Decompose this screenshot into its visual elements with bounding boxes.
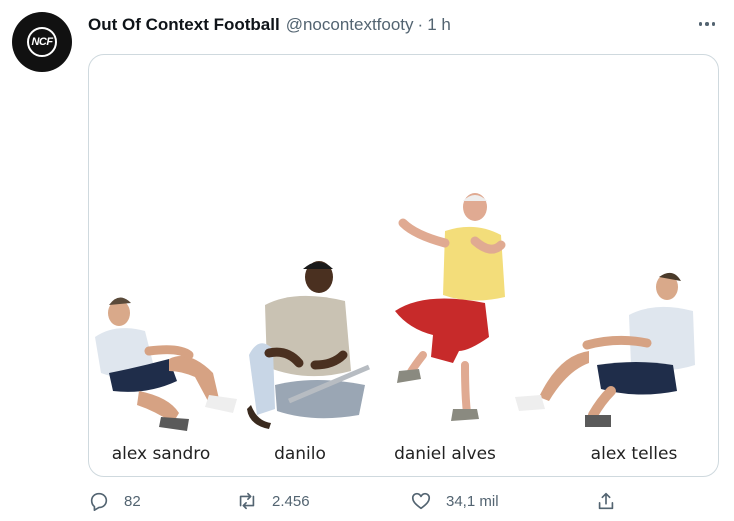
author-handle[interactable]: @nocontextfooty (286, 15, 414, 35)
figure-danilo (247, 261, 370, 429)
avatar-logo: NCF (27, 27, 57, 57)
share-button[interactable] (595, 490, 617, 512)
like-button[interactable]: 34,1 mil (410, 490, 499, 512)
share-icon (598, 492, 614, 510)
reply-count: 82 (124, 492, 141, 510)
heart-icon (411, 492, 431, 510)
author-name[interactable]: Out Of Context Football (88, 15, 280, 35)
reply-icon (90, 492, 108, 511)
caption-daniel-alves: daniel alves (394, 444, 496, 464)
author-avatar[interactable]: NCF (12, 12, 72, 72)
more-dot (705, 22, 709, 26)
figure-daniel-alves (395, 193, 506, 421)
caption-alex-sandro: alex sandro (111, 444, 211, 464)
tweet-actions: 82 2.456 34,1 mil (88, 490, 628, 520)
more-horizontal-icon (698, 22, 703, 26)
figure-alex-sandro (95, 297, 237, 431)
tweet-timestamp[interactable]: 1 h (427, 15, 451, 35)
header-separator: · (417, 15, 424, 34)
like-count: 34,1 mil (446, 492, 499, 510)
retweet-count: 2.456 (272, 492, 310, 510)
caption-alex-telles: alex telles (590, 444, 678, 464)
media-illustration (95, 193, 695, 431)
retweet-icon (239, 492, 255, 510)
caption-danilo: danilo (274, 444, 326, 464)
tweet-media[interactable]: alex sandro danilo daniel alves alex tel… (88, 54, 719, 477)
retweet-button[interactable]: 2.456 (236, 490, 310, 512)
tweet-header: Out Of Context Football @nocontextfooty … (88, 14, 451, 36)
more-dot (711, 22, 716, 26)
reply-button[interactable]: 82 (88, 490, 141, 512)
figure-alex-telles (515, 272, 695, 427)
more-options-button[interactable] (690, 12, 724, 36)
